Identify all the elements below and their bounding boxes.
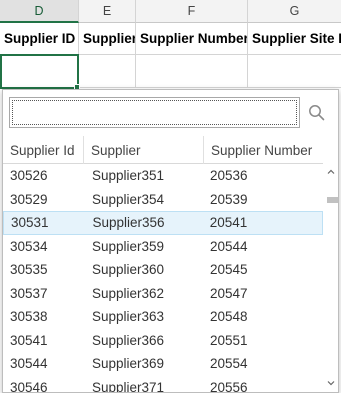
list-item-supplier: Supplier354 (92, 191, 165, 207)
list-item[interactable]: 30541 Supplier366 20551 (3, 329, 323, 353)
list-item-supplier: Supplier369 (92, 356, 165, 372)
supplier-list: 30526 Supplier351 20536 30529 Supplier354 205… (3, 164, 323, 393)
list-item[interactable]: 30529 Supplier354 20539 (3, 188, 323, 212)
scrollbar-thumb[interactable] (327, 197, 338, 203)
list-item[interactable]: 30544 Supplier369 20554 (3, 352, 323, 376)
list-item-supplier: Supplier366 (92, 332, 165, 348)
search-box (9, 97, 300, 128)
list-item-supplier: Supplier371 (92, 379, 165, 393)
chevron-down-icon[interactable] (326, 378, 336, 388)
list-item[interactable]: 30546 Supplier371 20556 (3, 376, 323, 393)
list-header: Supplier Id Supplier Supplier Number (3, 136, 323, 164)
list-item-supplier-id: 30534 (10, 238, 48, 254)
cell-e2[interactable] (79, 55, 136, 88)
chevron-up-icon[interactable] (326, 167, 336, 177)
list-item-supplier-id: 30544 (10, 356, 48, 372)
cell-supplier-number-header[interactable]: Supplier Number (136, 23, 248, 55)
sheet-header-row: Supplier ID Supplier Supplier Number Sup… (0, 23, 341, 55)
column-header-d[interactable]: D (0, 0, 79, 23)
list-item-supplier: Supplier351 (92, 168, 165, 184)
cell-supplier-header[interactable]: Supplier (79, 23, 136, 55)
list-scrollbar[interactable] (323, 164, 338, 392)
column-letter-row: D E F G (0, 0, 341, 23)
list-item[interactable]: 30537 Supplier362 20547 (3, 282, 323, 306)
list-item-supplier: Supplier363 (92, 309, 165, 325)
list-item[interactable]: 30535 Supplier360 20545 (3, 258, 323, 282)
cell-f2[interactable] (136, 55, 248, 88)
list-item-supplier-id: 30526 (10, 168, 48, 184)
column-header-f[interactable]: F (136, 0, 248, 23)
list-item-supplier-id: 30535 (10, 262, 48, 278)
list-header-supplier[interactable]: Supplier (84, 136, 204, 164)
list-item[interactable]: 30531 Supplier356 20541 (3, 211, 323, 235)
list-header-supplier-number[interactable]: Supplier Number (204, 136, 323, 164)
list-item-supplier-id: 30531 (11, 215, 49, 231)
list-item-supplier-number: 20556 (210, 379, 248, 393)
list-item-supplier-number: 20551 (210, 332, 248, 348)
list-item-supplier-number: 20544 (210, 238, 248, 254)
cell-supplier-site-header[interactable]: Supplier Site II (248, 23, 341, 55)
list-item-supplier-number: 20541 (209, 215, 248, 231)
list-item-supplier-id: 30537 (10, 285, 48, 301)
list-item-supplier: Supplier356 (92, 215, 165, 231)
search-icon[interactable] (307, 103, 327, 123)
list-item-supplier: Supplier362 (92, 285, 165, 301)
list-item[interactable]: 30526 Supplier351 20536 (3, 164, 323, 188)
cell-supplier-id-header[interactable]: Supplier ID (0, 23, 79, 55)
list-item-supplier-number: 20545 (210, 262, 248, 278)
active-cell-border (0, 54, 79, 89)
list-item-supplier-number: 20548 (210, 309, 248, 325)
list-item-supplier-id: 30538 (10, 309, 48, 325)
list-item-supplier-id: 30546 (10, 379, 48, 393)
list-item-supplier-id: 30529 (10, 191, 48, 207)
list-item[interactable]: 30538 Supplier363 20548 (3, 305, 323, 329)
column-header-g[interactable]: G (248, 0, 341, 23)
lookup-dropdown-panel: Supplier Id Supplier Supplier Number 305… (2, 89, 339, 393)
list-header-supplier-id[interactable]: Supplier Id (3, 136, 84, 164)
search-input[interactable] (12, 100, 297, 125)
list-item-supplier-number: 20539 (210, 191, 248, 207)
list-item-supplier: Supplier359 (92, 238, 165, 254)
list-item-supplier-number: 20536 (210, 168, 248, 184)
list-item-supplier: Supplier360 (92, 262, 165, 278)
list-item-supplier-id: 30541 (10, 332, 48, 348)
list-item-supplier-number: 20554 (210, 356, 248, 372)
cell-g2[interactable] (248, 55, 341, 88)
column-header-e[interactable]: E (79, 0, 136, 23)
list-item-supplier-number: 20547 (210, 285, 248, 301)
list-item[interactable]: 30534 Supplier359 20544 (3, 235, 323, 259)
